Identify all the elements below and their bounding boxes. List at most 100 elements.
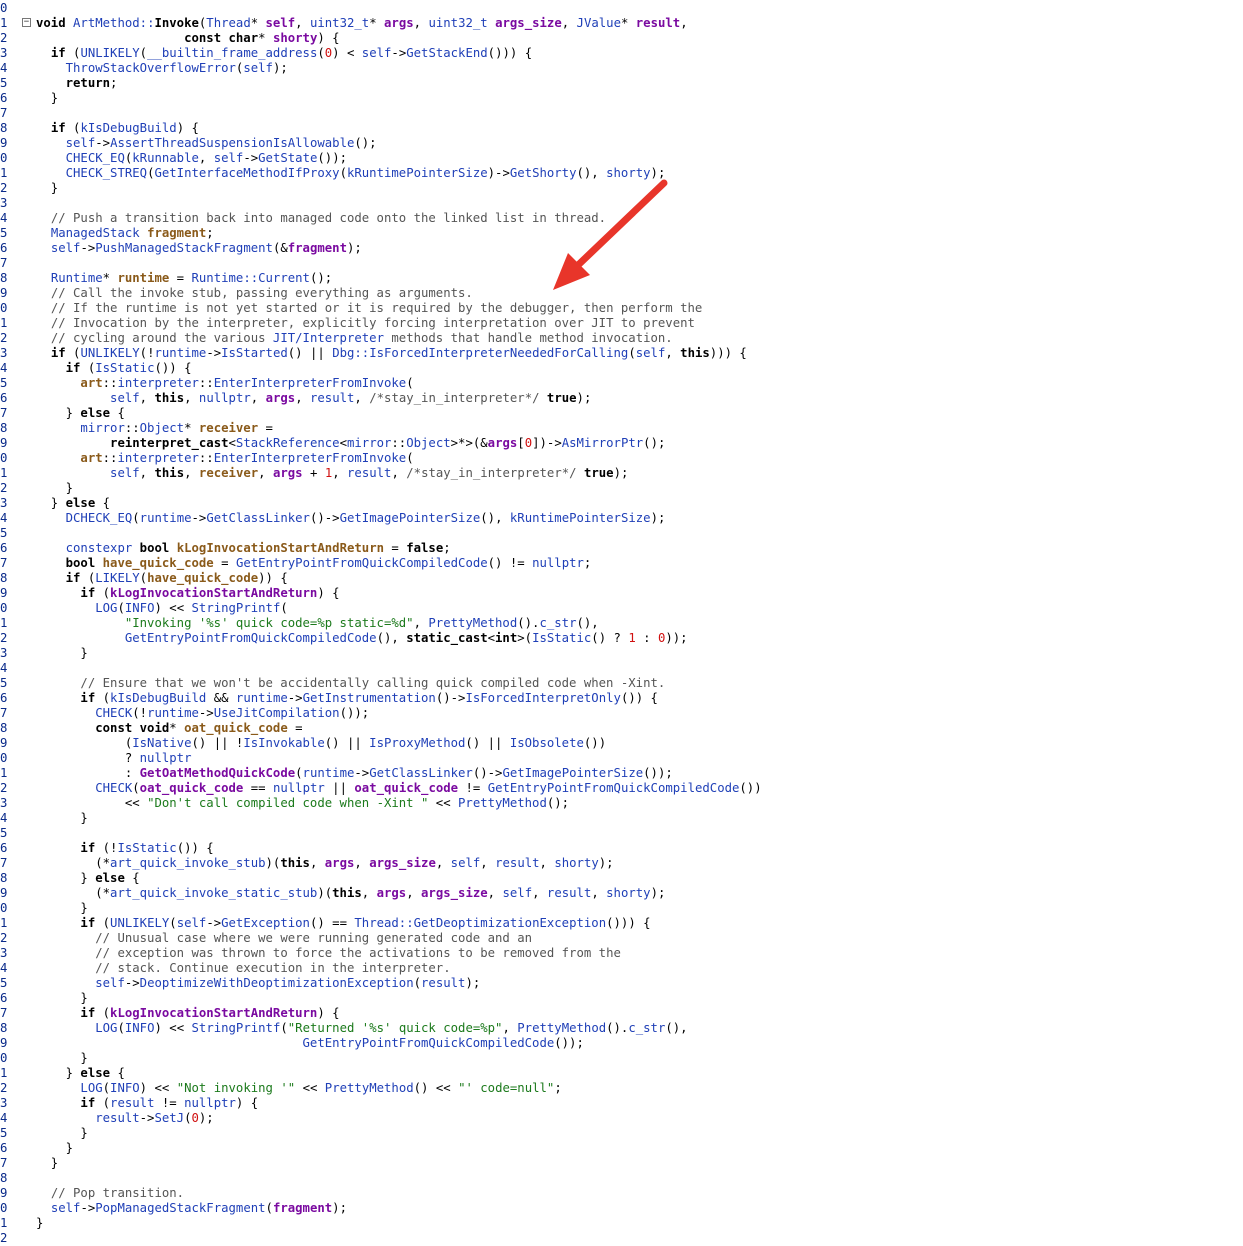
code-token: -> [243,151,259,165]
code-token: ])-> [532,436,562,450]
code-token: self [635,346,666,360]
code-token: || [324,781,355,795]
code-token: nullptr [272,781,325,795]
line-number: 7 [0,856,8,870]
code-token: IsObsolete [509,736,584,750]
code-token: :: [102,451,118,465]
code-token: -> [391,46,407,60]
code-token: fragment [287,241,347,255]
code-text: self->PopManagedStackFragment(fragment); [36,1201,347,1216]
code-token: } [36,871,96,885]
code-text: } [36,481,73,496]
code-token: args [487,436,518,450]
code-text: if (kIsDebugBuild) { [36,121,199,136]
code-token: if [80,691,103,705]
code-token: ); [198,1111,214,1125]
code-token: GetState [258,151,318,165]
code-token: IsProxyMethod [369,736,466,750]
code-token: constexpr [65,541,140,555]
code-token: UNLIKELY [80,346,140,360]
code-token: < [339,436,347,450]
code-token: result [635,16,681,30]
code-token: ( [102,691,111,705]
code-token: PushManagedStackFragment [95,241,273,255]
fold-toggle-icon[interactable]: − [22,18,31,27]
code-token: >*>(& [450,436,488,450]
code-token: GetShorty [509,166,577,180]
code-token: :: [391,436,407,450]
code-token: == [243,781,273,795]
code-token: GetEntryPointFromQuickCompiledCode [235,556,488,570]
code-text: "Invoking '%s' quick code=%p static=%d",… [36,616,599,631]
code-token: CHECK [95,781,133,795]
code-token: , [406,886,422,900]
code-token: UNLIKELY [110,916,170,930]
code-token: IsStarted [221,346,288,360]
code-token: { [117,406,125,420]
code-token: * [184,421,199,435]
code-token: art [80,376,103,390]
code-token: , [250,391,266,405]
code-token: -> [80,1201,96,1215]
code-token: -> [124,976,140,990]
code-token: } [36,1156,59,1170]
code-token: // Push a transition back into managed c… [50,211,607,225]
code-token: ()); [317,151,348,165]
code-token: ) < [332,46,362,60]
code-token: (); [354,136,377,150]
code-token: static_cast [406,631,488,645]
code-token: oat_quick_code [354,781,459,795]
code-token: , [413,16,429,30]
code-token: )) { [258,571,288,585]
code-token: const void [95,721,170,735]
code-token: else [80,406,118,420]
code-token: // stack. Continue execution in the inte… [95,961,451,975]
code-token: , [591,886,607,900]
code-token: , [309,856,325,870]
code-token: int [495,631,518,645]
code-token: * [369,16,385,30]
code-token: ( [132,511,140,525]
code-token: c_str [539,616,577,630]
code-token: { [132,871,140,885]
code-token: /*stay_in_interpreter*/ [406,466,584,480]
code-token: bool [139,541,177,555]
code-token: ( [132,781,140,795]
code-token: , [258,466,273,480]
code-text: } [36,1126,87,1141]
code-editor[interactable]: 0 1− void ArtMethod::Invoke(Thread* self, … [0,0,1243,1245]
line-number: 2 [0,181,8,195]
code-token: } [36,646,88,660]
line-number: 2 [0,1081,8,1095]
code-token: , [184,391,199,405]
code-token: self [450,856,481,870]
line-number: 9 [0,886,8,900]
code-token: , [391,466,407,480]
code-token: args_size [421,886,488,900]
code-token: this [154,466,185,480]
line-number: 4 [0,511,8,525]
code-text: self->AssertThreadSuspensionIsAllowable(… [36,136,377,151]
code-token: ); [598,856,614,870]
code-token: 0 [191,1111,199,1125]
line-number: 7 [0,406,8,420]
code-token: runtime [235,691,288,705]
code-token: ; [443,541,451,555]
code-token: , [413,616,429,630]
code-text: } [36,811,87,826]
code-text: } [36,646,88,661]
code-token: )); [665,631,688,645]
code-text: result->SetJ(0); [36,1111,214,1126]
code-token: ) { [235,1096,259,1110]
code-token: ()) [583,736,607,750]
code-token: (* [36,886,111,900]
line-number: 6 [0,541,8,555]
code-text: if (kIsDebugBuild && runtime->GetInstrum… [36,691,658,706]
code-token: (); [546,796,570,810]
